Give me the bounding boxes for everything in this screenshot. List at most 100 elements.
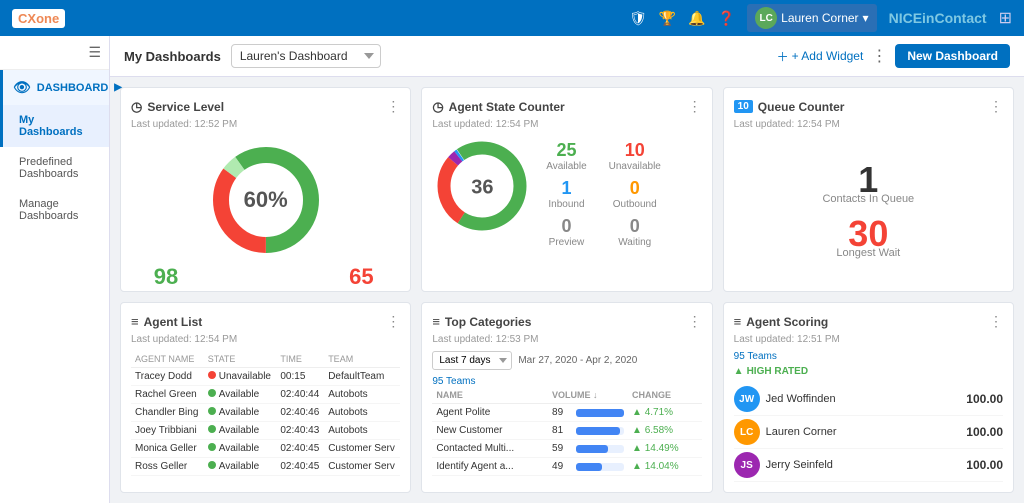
agent-scoring-teams-link[interactable]: 95 Teams: [734, 351, 1003, 362]
clock-icon: ◷: [131, 99, 142, 115]
clock2-icon: ◷: [432, 99, 443, 115]
agent-scoring-options[interactable]: ⋮: [989, 313, 1003, 330]
service-level-body: 60% 98 In SLA 65 Out SLA: [131, 136, 400, 292]
agent-list-options[interactable]: ⋮: [386, 313, 400, 330]
unavailable-stat: 10 Unavailable: [609, 140, 661, 172]
user-avatar: LC: [755, 7, 777, 29]
dashboard-options-button[interactable]: ⋮: [871, 46, 887, 66]
agent-list-updated: Last updated: 12:54 PM: [131, 334, 400, 345]
in-sla-stat: 98 In SLA: [151, 264, 181, 292]
top-categories-filter-select[interactable]: Last 7 days: [432, 351, 512, 370]
tc-change-value: ▲ 14.49%: [632, 443, 679, 454]
agent-time-cell: 00:15: [276, 368, 324, 386]
widget-grid: ◷ Service Level ⋮ Last updated: 12:52 PM: [110, 77, 1024, 503]
sidebar: ☰ 👁 DASHBOARD ▶ My Dashboards Predefined…: [0, 36, 110, 503]
shield-icon[interactable]: 🛡: [629, 10, 647, 27]
tc-name-cell: Agent Polite: [432, 404, 548, 422]
tc-volume-col: VOLUME ↓: [548, 387, 628, 404]
top-nav-right: 🛡 🏆 🔔 ❓ LC Lauren Corner ▾ NICEinContact…: [629, 4, 1012, 32]
service-level-percentage: 60%: [244, 187, 288, 213]
top-categories-options[interactable]: ⋮: [688, 313, 702, 330]
agent-team-cell: Customer Serv: [324, 440, 400, 458]
waiting-stat: 0 Waiting: [609, 216, 661, 248]
service-level-donut-area: 60%: [131, 140, 400, 260]
top-nav: CXone 🛡 🏆 🔔 ❓ LC Lauren Corner ▾ NICEinC…: [0, 0, 1024, 36]
my-dashboards-label: My Dashboards: [19, 114, 99, 138]
manage-dashboards-label: Manage Dashboards: [19, 198, 99, 222]
contacts-in-queue-label: Contacts In Queue: [822, 193, 914, 205]
bell-icon[interactable]: 🔔: [688, 10, 705, 27]
out-sla-label: Out SLA: [343, 290, 381, 292]
agent-time-cell: 02:40:45: [276, 458, 324, 476]
sidebar-item-predefined[interactable]: Predefined Dashboards: [0, 147, 109, 189]
agent-state-counter-widget: ◷ Agent State Counter ⋮ Last updated: 12…: [421, 87, 712, 292]
tc-row: Contacted Multi... 59 ▲ 14.49%: [432, 440, 701, 458]
top-categories-table: NAME VOLUME ↓ CHANGE Agent Polite 89 ▲ 4…: [432, 387, 701, 476]
time-col-header: TIME: [276, 351, 324, 368]
queue-counter-updated: Last updated: 12:54 PM: [734, 119, 1003, 130]
agent-time-cell: 02:40:44: [276, 386, 324, 404]
agent-team-cell: Autobots: [324, 422, 400, 440]
agent-state-header: ◷ Agent State Counter ⋮: [432, 98, 701, 115]
main-content: My Dashboards Lauren's Dashboard ＋ + Add…: [110, 36, 1024, 503]
agent-team-cell: Autobots: [324, 404, 400, 422]
service-level-widget: ◷ Service Level ⋮ Last updated: 12:52 PM: [120, 87, 411, 292]
queue-counter-header: 10 Queue Counter ⋮: [734, 98, 1003, 115]
sidebar-item-dashboard[interactable]: 👁 DASHBOARD ▶: [0, 70, 109, 105]
available-label: Available: [540, 161, 592, 172]
tc-volume-cell: 89: [548, 404, 628, 422]
tc-volume-cell: 81: [548, 422, 628, 440]
waiting-value: 0: [609, 216, 661, 237]
agent-state-updated: Last updated: 12:54 PM: [432, 119, 701, 130]
agent-scoring-row: LC Lauren Corner 100.00: [734, 416, 1003, 449]
waiting-label: Waiting: [609, 237, 661, 248]
apps-grid-icon[interactable]: ⊞: [999, 8, 1012, 28]
queue-counter-title: 10 Queue Counter: [734, 100, 845, 114]
cx-logo: CXone: [12, 9, 65, 28]
tc-name-cell: Identify Agent a...: [432, 458, 548, 476]
agent-state-options[interactable]: ⋮: [688, 98, 702, 115]
list2-icon: ≡: [432, 314, 440, 329]
unavailable-label: Unavailable: [609, 161, 661, 172]
agent-avatar: LC: [734, 419, 760, 445]
agent-scoring-score: 100.00: [966, 425, 1003, 439]
agent-name-cell: Chandler Bing: [131, 404, 204, 422]
trophy-icon[interactable]: 🏆: [659, 10, 676, 27]
outbound-value: 0: [609, 178, 661, 199]
service-level-updated: Last updated: 12:52 PM: [131, 119, 400, 130]
service-level-options[interactable]: ⋮: [386, 98, 400, 115]
service-level-header: ◷ Service Level ⋮: [131, 98, 400, 115]
top-categories-filter-row: Last 7 days Mar 27, 2020 - Apr 2, 2020: [432, 351, 701, 370]
eye-icon: 👁: [13, 79, 31, 96]
agent-avatar: JW: [734, 386, 760, 412]
help-icon[interactable]: ❓: [718, 10, 735, 27]
agent-scoring-rows: JW Jed Woffinden 100.00 LC Lauren Corner…: [734, 383, 1003, 482]
chevron-down-icon: ▾: [863, 11, 869, 25]
tc-name-cell: Contacted Multi...: [432, 440, 548, 458]
agent-scoring-score: 100.00: [966, 458, 1003, 472]
dashboard-selector[interactable]: Lauren's Dashboard: [231, 44, 381, 68]
top-categories-teams-link[interactable]: 95 Teams: [432, 376, 701, 387]
outbound-stat: 0 Outbound: [609, 178, 661, 210]
predefined-dashboards-label: Predefined Dashboards: [19, 156, 99, 180]
user-menu-button[interactable]: LC Lauren Corner ▾: [747, 4, 876, 32]
list3-icon: ≡: [734, 314, 742, 329]
out-sla-stat: 65 Out SLA: [343, 264, 381, 292]
agent-list-row: Chandler Bing Available 02:40:46 Autobot…: [131, 404, 400, 422]
add-widget-button[interactable]: ＋ + Add Widget: [777, 48, 864, 65]
agent-scoring-widget: ≡ Agent Scoring ⋮ Last updated: 12:51 PM…: [723, 302, 1014, 493]
sidebar-item-my-dashboards[interactable]: My Dashboards: [0, 105, 109, 147]
agent-state-cell: Available: [204, 386, 277, 404]
state-col-header: STATE: [204, 351, 277, 368]
new-dashboard-button[interactable]: New Dashboard: [895, 44, 1010, 68]
agent-scoring-updated: Last updated: 12:51 PM: [734, 334, 1003, 345]
agent-list-row: Monica Geller Available 02:40:45 Custome…: [131, 440, 400, 458]
hamburger-icon[interactable]: ☰: [88, 44, 101, 61]
top-categories-widget: ≡ Top Categories ⋮ Last updated: 12:53 P…: [421, 302, 712, 493]
contacts-in-queue-section: 1 Contacts In Queue: [822, 159, 914, 205]
sidebar-item-manage[interactable]: Manage Dashboards: [0, 189, 109, 231]
available-value: 25: [540, 140, 592, 161]
agent-state-total: 36: [471, 176, 493, 199]
my-dashboards-title: My Dashboards: [124, 49, 221, 64]
queue-counter-options[interactable]: ⋮: [989, 98, 1003, 115]
